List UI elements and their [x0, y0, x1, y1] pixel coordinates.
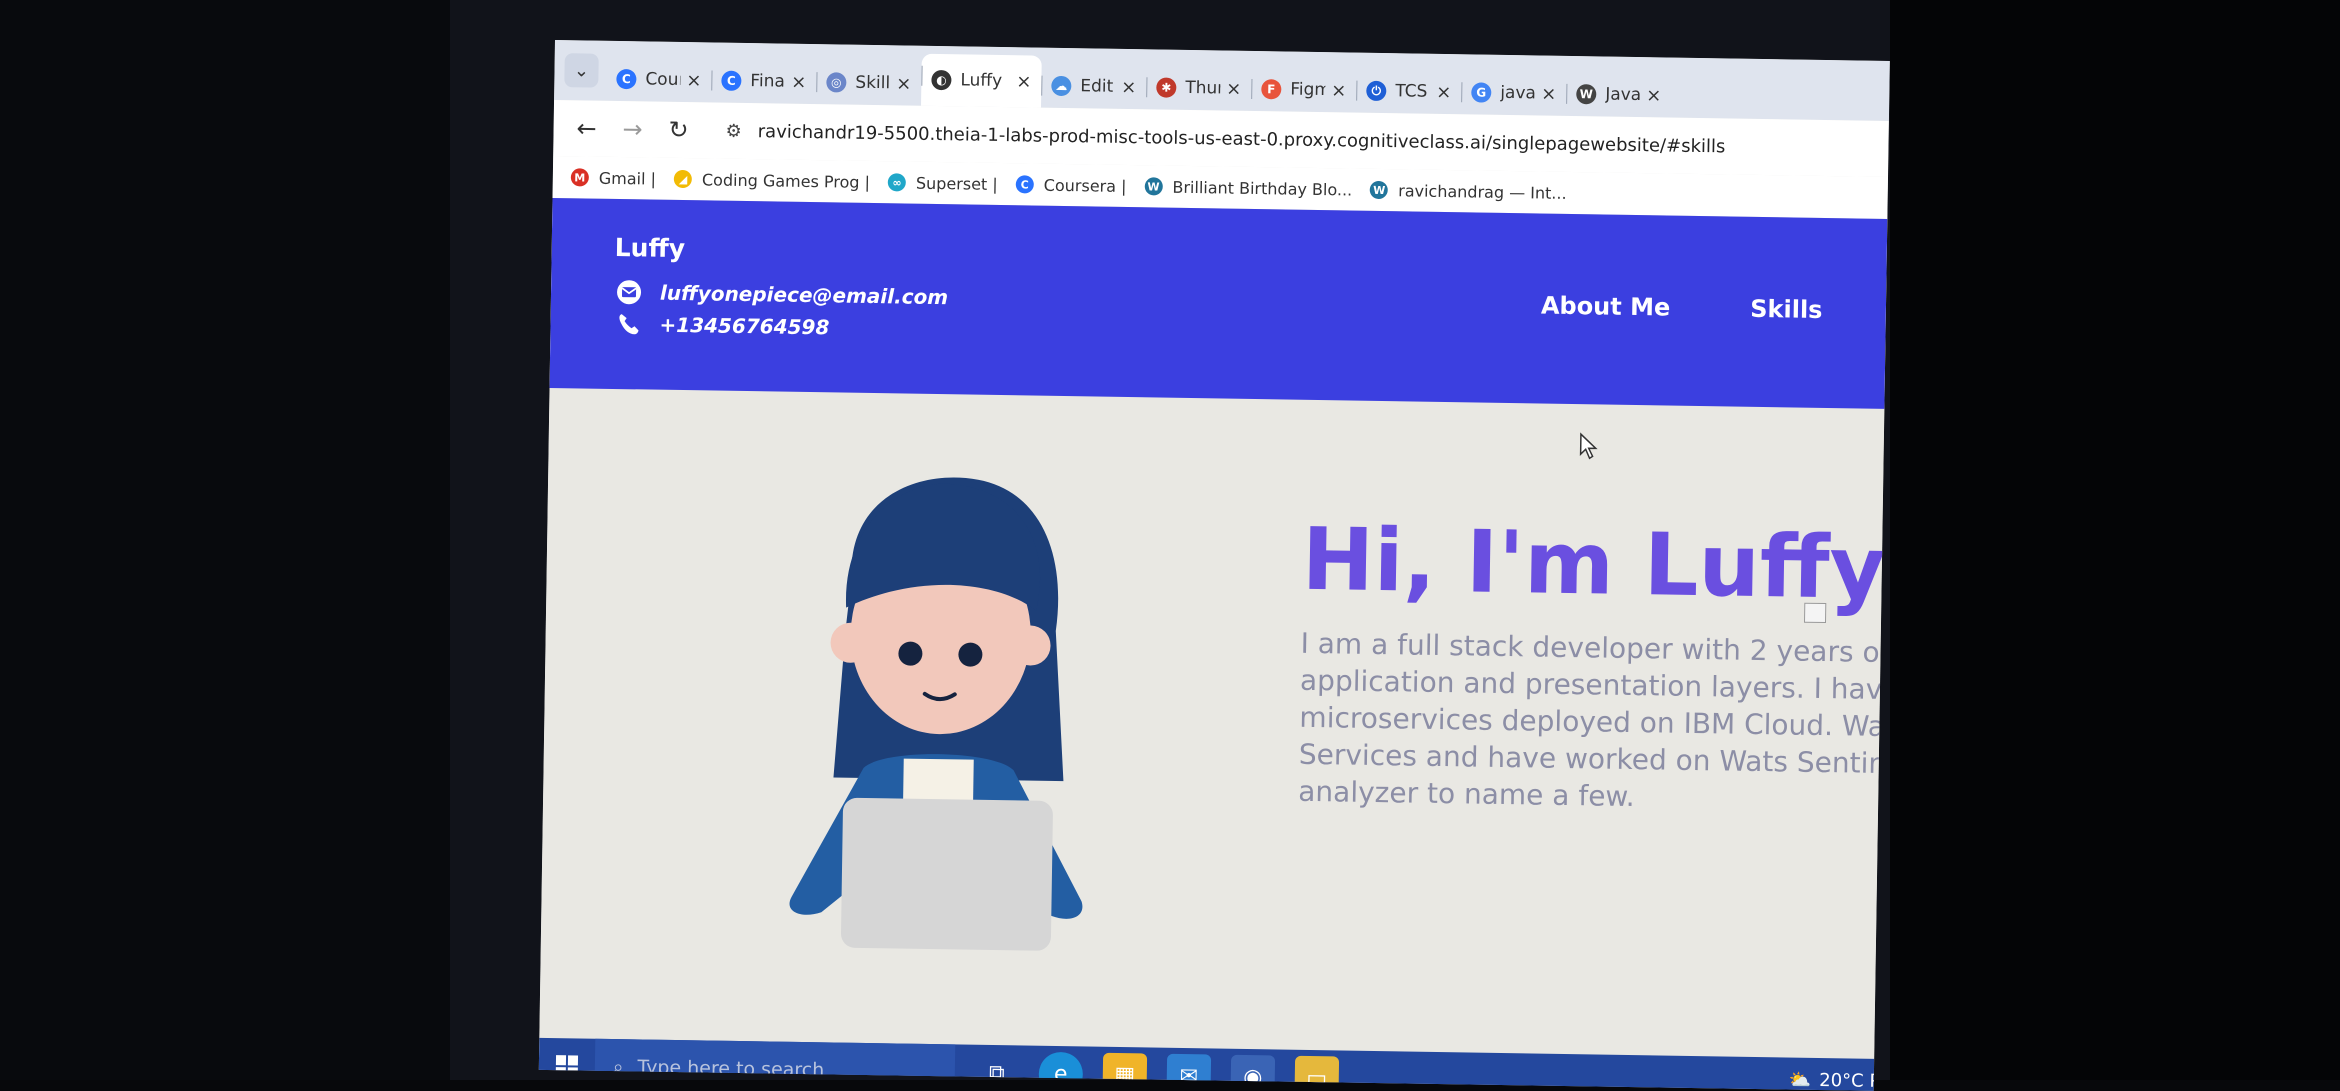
broken-image-icon	[1804, 602, 1827, 624]
tab-title: java	[1500, 82, 1536, 104]
mouse-cursor-icon	[1579, 432, 1598, 460]
photo-background-right	[1890, 0, 2340, 1080]
reload-button[interactable]: ↻	[655, 107, 702, 154]
browser-tab[interactable]: W Java ×	[1566, 72, 1672, 118]
browser-tab[interactable]: Gjava ×	[1461, 70, 1567, 116]
close-tab-icon[interactable]: ×	[1016, 71, 1031, 92]
tab-title: Luffy	[960, 70, 1003, 92]
hero-description: I am a full stack developer with 2 years…	[1298, 626, 1890, 814]
browser-tab[interactable]: ✱ Thun ×	[1146, 65, 1252, 111]
phone-contact: +13456764598	[613, 309, 830, 342]
power-icon: ⏻	[1366, 80, 1387, 102]
arrow-right-icon: →	[622, 115, 643, 144]
wikipedia-icon: W	[1576, 84, 1597, 105]
bookmark-label: Coursera |	[1043, 175, 1127, 196]
tab-search-button[interactable]: ⌄	[564, 53, 599, 88]
browser-tab[interactable]: F Figm ×	[1251, 67, 1357, 113]
cloud-icon: ☁	[1051, 75, 1072, 97]
email-text[interactable]: luffyonepiece@email.com	[660, 281, 948, 310]
browser-tab[interactable]: C Final ×	[711, 58, 817, 104]
tab-title: Final	[750, 71, 786, 92]
browser-tab[interactable]: ◎ Skills ×	[816, 60, 922, 106]
site-brand: Luffy	[614, 232, 686, 264]
start-button[interactable]	[539, 1038, 595, 1091]
superset-icon: ∞	[887, 173, 907, 192]
close-tab-icon[interactable]: ×	[896, 73, 911, 94]
weather-cloud-icon: ⛅	[1788, 1069, 1812, 1091]
close-tab-icon[interactable]: ×	[1436, 81, 1451, 102]
site-settings-icon[interactable]: ⚙	[725, 120, 741, 141]
nav-about-me[interactable]: About Me	[1541, 292, 1671, 322]
tab-title: Thun	[1185, 77, 1221, 99]
wordpress-icon: W	[1144, 177, 1163, 196]
envelope-icon	[614, 277, 644, 307]
monitor-screen: ⌄ CCour×CFinal×◎Skills×◐Luffy×☁Edit f×✱T…	[538, 40, 1890, 1091]
close-tab-icon[interactable]: ×	[1646, 85, 1661, 106]
bookmark-label: Brilliant Birthday Blo...	[1172, 177, 1353, 200]
bookmark-item[interactable]: W Brilliant Birthday Blo...	[1144, 177, 1352, 199]
mail-icon[interactable]: ✉	[1166, 1053, 1212, 1091]
close-tab-icon[interactable]: ×	[1541, 83, 1556, 104]
globe-icon: ◎	[826, 72, 847, 93]
back-button[interactable]: ←	[563, 105, 610, 152]
chrome-icon[interactable]: ◉	[1230, 1054, 1276, 1091]
tab-title: Skills	[855, 72, 891, 94]
chevron-down-icon: ⌄	[573, 59, 590, 82]
developer-illustration	[789, 477, 1083, 951]
tab-title: Cour	[645, 69, 681, 90]
reload-icon: ↻	[668, 115, 689, 145]
bookmark-label: Gmail |	[598, 168, 657, 189]
bookmark-label: Coding Games Prog |	[701, 169, 871, 192]
phone-icon	[613, 309, 643, 339]
bookmark-item[interactable]: Wravichandrag — Int...	[1370, 180, 1567, 202]
coursera-icon: C	[616, 68, 637, 90]
email-contact: luffyonepiece@email.com	[614, 277, 949, 312]
browser-tab[interactable]: ⏻ TCS i ×	[1356, 69, 1462, 115]
coursera-icon: C	[721, 70, 742, 91]
close-tab-icon[interactable]: ×	[1121, 76, 1136, 97]
tab-title: Edit f	[1080, 76, 1115, 97]
browser-tab[interactable]: C Cour ×	[606, 57, 712, 103]
arrow-left-icon: ←	[576, 114, 597, 143]
bookmark-item[interactable]: ∞ Superset |	[887, 173, 998, 194]
browser-tab[interactable]: ◐ Luffy ×	[921, 53, 1042, 108]
nav-skills[interactable]: Skills	[1750, 295, 1823, 324]
tab-title: Java	[1605, 84, 1641, 106]
coursera-icon: C	[1015, 175, 1034, 194]
close-tab-icon[interactable]: ×	[791, 71, 806, 92]
bookmark-label: Superset |	[915, 173, 998, 194]
bookmark-label: ravichandrag — Int...	[1398, 180, 1567, 203]
globe-icon: ◐	[931, 69, 952, 91]
tab-title: Figm	[1290, 79, 1326, 101]
phone-text[interactable]: +13456764598	[659, 313, 829, 340]
store-icon[interactable]: ▦	[1102, 1052, 1148, 1091]
bookmark-item[interactable]: C Coursera |	[1015, 175, 1127, 196]
site-header: Luffy luffyonepiece@email.com +134567645…	[549, 197, 1890, 409]
gmail-icon: M	[570, 168, 589, 187]
forward-button[interactable]: →	[609, 106, 656, 153]
address-bar[interactable]: ravichandr19-5500.theia-1-labs-prod-misc…	[758, 121, 1726, 157]
edge-icon[interactable]: e	[1038, 1051, 1084, 1091]
close-tab-icon[interactable]: ×	[1331, 80, 1346, 101]
browser-tab[interactable]: ☁ Edit f ×	[1041, 64, 1147, 110]
file-explorer-icon[interactable]: ▭	[1294, 1055, 1340, 1091]
bookmark-item[interactable]: ◢ Coding Games Prog |	[673, 169, 871, 192]
tab-title: TCS i	[1395, 81, 1430, 102]
figma-icon: F	[1261, 79, 1282, 100]
bug-icon: ✱	[1156, 77, 1177, 98]
task-view-icon[interactable]: ⧉	[974, 1051, 1019, 1091]
close-tab-icon[interactable]: ×	[1226, 78, 1241, 99]
website-viewport: Luffy luffyonepiece@email.com +134567645…	[539, 197, 1890, 1059]
codingame-icon: ◢	[673, 169, 693, 189]
hero-title: Hi, I'm Luffy!	[1301, 509, 1890, 620]
bookmark-item[interactable]: M Gmail |	[570, 168, 657, 189]
close-tab-icon[interactable]: ×	[686, 70, 701, 91]
taskbar-search[interactable]: ⌕ Type here to search	[594, 1038, 956, 1091]
photo-background-left	[0, 0, 450, 1080]
wordpress-icon: W	[1370, 180, 1389, 200]
google-icon: G	[1471, 82, 1492, 103]
site-nav: About Me Skills Pr	[1541, 292, 1890, 327]
